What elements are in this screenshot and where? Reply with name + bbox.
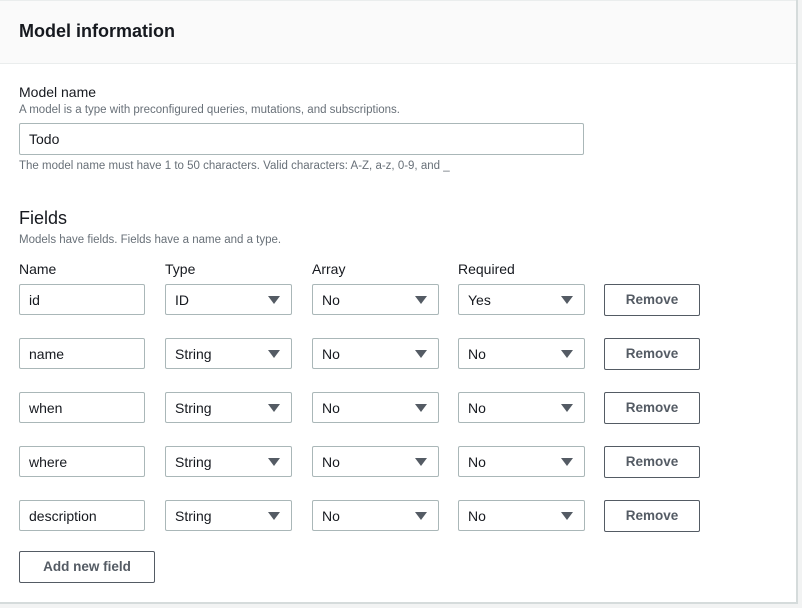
model-name-description: A model is a type with preconfigured que… <box>19 104 400 116</box>
field-type-value: String <box>175 508 212 524</box>
caret-down-icon <box>268 512 280 520</box>
fields-title: Fields <box>19 208 68 228</box>
field-required-select[interactable]: No <box>458 338 585 369</box>
field-required-value: Yes <box>468 292 491 308</box>
field-type-select[interactable]: String <box>165 500 292 531</box>
caret-down-icon <box>268 458 280 466</box>
remove-field-button[interactable]: Remove <box>604 500 700 532</box>
field-type-select[interactable]: ID <box>165 284 292 315</box>
caret-down-icon <box>415 296 427 304</box>
caret-down-icon <box>415 404 427 412</box>
column-header-required: Required <box>458 261 515 277</box>
field-required-select[interactable]: Yes <box>458 284 585 315</box>
column-header-name: Name <box>19 261 57 277</box>
caret-down-icon <box>415 512 427 520</box>
field-type-select[interactable]: String <box>165 446 292 477</box>
field-array-select[interactable]: No <box>312 500 439 531</box>
column-header-array: Array <box>312 261 346 277</box>
caret-down-icon <box>415 458 427 466</box>
caret-down-icon <box>561 458 573 466</box>
field-type-value: ID <box>175 292 189 308</box>
panel-title: Model information <box>19 21 175 41</box>
caret-down-icon <box>415 350 427 358</box>
field-required-select[interactable]: No <box>458 392 585 423</box>
field-type-value: String <box>175 400 212 416</box>
caret-down-icon <box>561 296 573 304</box>
field-array-value: No <box>322 292 340 308</box>
fields-description: Models have fields. Fields have a name a… <box>19 234 282 246</box>
field-array-value: No <box>322 400 340 416</box>
caret-down-icon <box>561 404 573 412</box>
field-required-select[interactable]: No <box>458 446 585 477</box>
field-name-input[interactable] <box>19 500 145 531</box>
field-array-select[interactable]: No <box>312 338 439 369</box>
remove-field-button[interactable]: Remove <box>604 446 700 478</box>
caret-down-icon <box>268 404 280 412</box>
field-array-select[interactable]: No <box>312 446 439 477</box>
caret-down-icon <box>561 350 573 358</box>
field-array-value: No <box>322 508 340 524</box>
caret-down-icon <box>268 350 280 358</box>
field-type-value: String <box>175 346 212 362</box>
field-name-input[interactable] <box>19 446 145 477</box>
model-information-panel: Model information Model name A model is … <box>0 0 798 604</box>
caret-down-icon <box>268 296 280 304</box>
remove-field-button[interactable]: Remove <box>604 392 700 424</box>
caret-down-icon <box>561 512 573 520</box>
field-type-value: String <box>175 454 212 470</box>
field-required-value: No <box>468 454 486 470</box>
model-name-constraint: The model name must have 1 to 50 charact… <box>19 160 450 172</box>
add-new-field-button[interactable]: Add new field <box>19 551 155 583</box>
field-required-select[interactable]: No <box>458 500 585 531</box>
field-required-value: No <box>468 400 486 416</box>
field-type-select[interactable]: String <box>165 338 292 369</box>
remove-field-button[interactable]: Remove <box>604 284 700 316</box>
field-array-value: No <box>322 454 340 470</box>
field-name-input[interactable] <box>19 392 145 423</box>
field-type-select[interactable]: String <box>165 392 292 423</box>
panel-header: Model information <box>0 0 796 64</box>
column-header-type: Type <box>165 261 196 277</box>
field-array-value: No <box>322 346 340 362</box>
field-array-select[interactable]: No <box>312 284 439 315</box>
field-required-value: No <box>468 508 486 524</box>
model-name-label: Model name <box>19 84 97 100</box>
field-required-value: No <box>468 346 486 362</box>
model-name-input[interactable] <box>19 123 584 155</box>
remove-field-button[interactable]: Remove <box>604 338 700 370</box>
field-array-select[interactable]: No <box>312 392 439 423</box>
field-name-input[interactable] <box>19 338 145 369</box>
field-name-input[interactable] <box>19 284 145 315</box>
